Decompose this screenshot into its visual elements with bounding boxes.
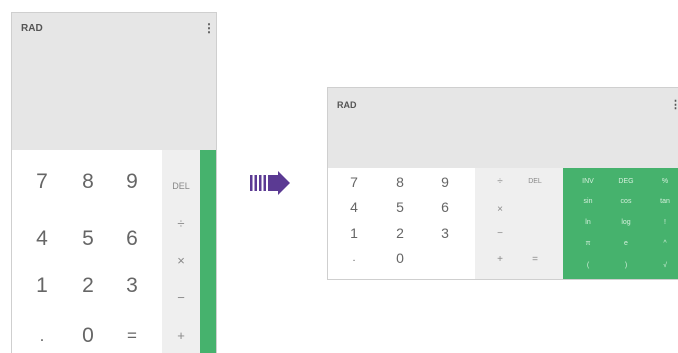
key-equals[interactable]: = xyxy=(112,321,152,351)
key-9[interactable]: 9 xyxy=(112,167,152,197)
key-6[interactable]: 6 xyxy=(430,196,460,218)
key-9[interactable]: 9 xyxy=(430,171,460,193)
transition-arrow-icon xyxy=(250,171,290,195)
overflow-menu-icon[interactable]: ⋮ xyxy=(670,98,678,112)
key-8[interactable]: 8 xyxy=(385,171,415,193)
add-button[interactable]: + xyxy=(485,249,515,271)
key-2[interactable]: 2 xyxy=(385,222,415,244)
key-5[interactable]: 5 xyxy=(68,224,108,254)
key-0[interactable]: 0 xyxy=(385,247,415,269)
key-decimal[interactable]: . xyxy=(339,247,369,269)
key-1[interactable]: 1 xyxy=(22,271,62,301)
sin-button[interactable]: sin xyxy=(573,192,603,211)
key-6[interactable]: 6 xyxy=(112,224,152,254)
inverse-button[interactable]: INV xyxy=(573,172,603,191)
operator-panel: ÷ DEL × − + = xyxy=(475,168,563,279)
operator-column: DEL ÷ × − + xyxy=(162,150,200,353)
advanced-panel-handle[interactable] xyxy=(200,150,216,353)
key-5[interactable]: 5 xyxy=(385,196,415,218)
divide-button[interactable]: ÷ xyxy=(162,212,200,236)
overflow-menu-icon[interactable]: ⋮ xyxy=(203,21,215,35)
add-button[interactable]: + xyxy=(162,324,200,348)
display-area: RAD ⋮ xyxy=(12,13,216,150)
display-area: RAD ⋮ xyxy=(328,88,678,168)
key-0[interactable]: 0 xyxy=(68,321,108,351)
delete-button[interactable]: DEL xyxy=(162,174,200,198)
degree-button[interactable]: DEG xyxy=(611,172,641,191)
angle-mode-label: RAD xyxy=(337,100,357,110)
key-decimal[interactable]: . xyxy=(22,321,62,351)
key-2[interactable]: 2 xyxy=(68,271,108,301)
open-paren-button[interactable]: ( xyxy=(573,256,603,275)
numeric-pad: 7 8 9 4 5 6 1 2 3 . 0 xyxy=(328,168,475,279)
key-1[interactable]: 1 xyxy=(339,222,369,244)
multiply-button[interactable]: × xyxy=(485,199,515,221)
cos-button[interactable]: cos xyxy=(611,192,641,211)
portrait-calculator: RAD ⋮ 7 8 9 4 5 6 1 2 3 . 0 = DEL ÷ × − … xyxy=(11,12,217,353)
key-3[interactable]: 3 xyxy=(112,271,152,301)
key-7[interactable]: 7 xyxy=(339,171,369,193)
factorial-button[interactable]: ! xyxy=(650,213,678,232)
divide-button[interactable]: ÷ xyxy=(485,171,515,193)
pi-button[interactable]: π xyxy=(573,234,603,253)
percent-button[interactable]: % xyxy=(650,172,678,191)
advanced-functions-panel: INV DEG % sin cos tan ln log ! π e ^ ( )… xyxy=(563,168,678,279)
key-4[interactable]: 4 xyxy=(22,224,62,254)
angle-mode-label: RAD xyxy=(21,23,43,34)
log-button[interactable]: log xyxy=(611,213,641,232)
ln-button[interactable]: ln xyxy=(573,213,603,232)
power-button[interactable]: ^ xyxy=(650,234,678,253)
numeric-pad: 7 8 9 4 5 6 1 2 3 . 0 = xyxy=(12,150,162,353)
subtract-button[interactable]: − xyxy=(485,223,515,245)
subtract-button[interactable]: − xyxy=(162,286,200,310)
key-7[interactable]: 7 xyxy=(22,167,62,197)
key-4[interactable]: 4 xyxy=(339,196,369,218)
close-paren-button[interactable]: ) xyxy=(611,256,641,275)
tan-button[interactable]: tan xyxy=(650,192,678,211)
delete-button[interactable]: DEL xyxy=(520,171,550,193)
equals-button[interactable]: = xyxy=(520,249,550,271)
landscape-calculator: RAD ⋮ 7 8 9 4 5 6 1 2 3 . 0 ÷ DEL × − + … xyxy=(327,87,678,280)
key-8[interactable]: 8 xyxy=(68,167,108,197)
sqrt-button[interactable]: √ xyxy=(650,256,678,275)
key-3[interactable]: 3 xyxy=(430,222,460,244)
euler-button[interactable]: e xyxy=(611,234,641,253)
multiply-button[interactable]: × xyxy=(162,249,200,273)
